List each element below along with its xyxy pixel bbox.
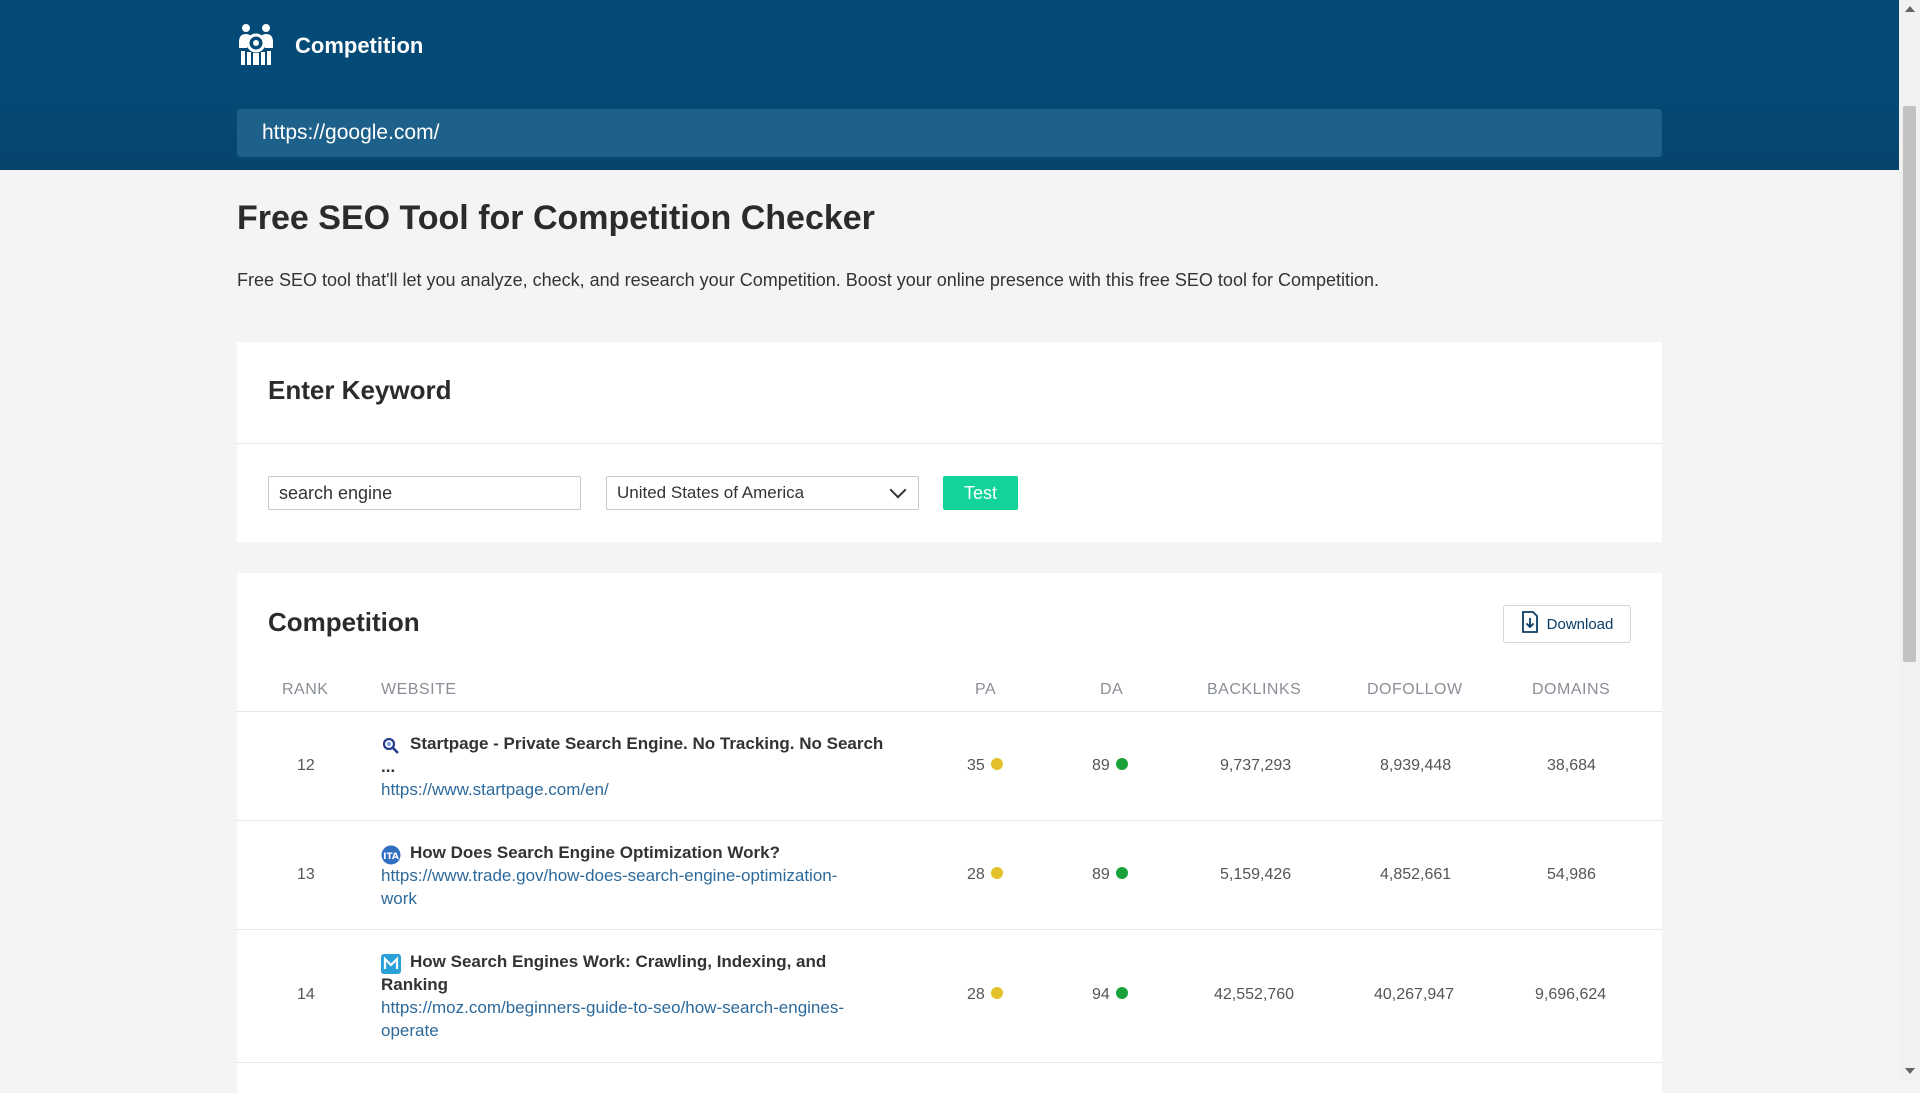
domains-cell: 38,684 bbox=[1547, 757, 1596, 774]
divider bbox=[237, 443, 1662, 444]
competition-card: Competition Download RANK WEBSITE PA DA … bbox=[237, 573, 1662, 1093]
da-cell: 94 bbox=[1092, 986, 1128, 1004]
column-header-rank: RANK bbox=[282, 681, 329, 698]
website-url-link[interactable]: https://www.trade.gov/how-does-search-en… bbox=[381, 864, 921, 887]
da-value: 89 bbox=[1092, 757, 1110, 774]
rank-cell: 14 bbox=[297, 986, 315, 1003]
pa-status-dot bbox=[990, 987, 1003, 1000]
pa-cell: 28 bbox=[967, 866, 1003, 884]
backlinks-cell: 9,737,293 bbox=[1220, 757, 1292, 774]
scroll-up-arrow-icon[interactable] bbox=[1905, 6, 1915, 12]
country-select-value: United States of America bbox=[617, 483, 805, 502]
da-value: 94 bbox=[1092, 986, 1110, 1003]
website-title[interactable]: Startpage - Private Search Engine. No Tr… bbox=[381, 732, 921, 755]
backlinks-cell: 42,552,760 bbox=[1214, 986, 1295, 1003]
pa-value: 28 bbox=[967, 986, 985, 1003]
brand[interactable]: Competition bbox=[237, 22, 423, 70]
da-status-dot bbox=[1115, 758, 1128, 771]
competition-card-title: Competition bbox=[268, 607, 420, 637]
dofollow-cell: 4,852,661 bbox=[1380, 866, 1452, 883]
column-header-pa: PA bbox=[975, 681, 997, 698]
download-file-icon bbox=[1521, 611, 1539, 637]
website-url-link[interactable]: https://www.startpage.com/en/ bbox=[381, 778, 921, 801]
website-title[interactable]: How Search Engines Work: Crawling, Index… bbox=[381, 950, 921, 973]
dofollow-cell: 8,939,448 bbox=[1380, 757, 1452, 774]
svg-text:ITA: ITA bbox=[383, 852, 399, 862]
domains-cell: 9,696,624 bbox=[1535, 986, 1607, 1003]
da-status-dot bbox=[1115, 867, 1128, 880]
competition-logo-icon bbox=[237, 22, 275, 71]
pa-cell: 35 bbox=[967, 757, 1003, 775]
column-header-domains: DOMAINS bbox=[1532, 681, 1611, 698]
da-value: 89 bbox=[1092, 866, 1110, 883]
chevron-down-icon bbox=[889, 481, 907, 499]
website-title[interactable]: How Does Search Engine Optimization Work… bbox=[381, 841, 921, 864]
magnifier-favicon-icon bbox=[381, 736, 401, 756]
url-input[interactable]: https://google.com/ bbox=[237, 109, 1662, 157]
pa-status-dot bbox=[990, 867, 1003, 880]
website-title-continuation[interactable]: Ranking bbox=[381, 973, 921, 996]
moz-favicon-icon bbox=[381, 954, 401, 974]
page-title: Free SEO Tool for Competition Checker bbox=[237, 199, 875, 237]
ita-favicon-icon: ITA bbox=[381, 845, 401, 865]
keyword-card: Enter Keyword search engine United State… bbox=[237, 342, 1662, 542]
website-url-link-continuation[interactable]: work bbox=[381, 887, 921, 910]
website-cell: ITA How Does Search Engine Optimization … bbox=[381, 841, 921, 910]
dofollow-cell: 40,267,947 bbox=[1374, 986, 1455, 1003]
test-button[interactable]: Test bbox=[943, 476, 1018, 510]
download-button[interactable]: Download bbox=[1503, 605, 1631, 643]
keyword-card-title: Enter Keyword bbox=[268, 375, 452, 405]
pa-cell: 28 bbox=[967, 986, 1003, 1004]
da-status-dot bbox=[1115, 987, 1128, 1000]
page-scrollbar[interactable] bbox=[1899, 0, 1920, 1080]
table-row: 14 How Search Engines Work: Crawling, In… bbox=[237, 929, 1662, 1063]
column-header-website: WEBSITE bbox=[381, 681, 457, 698]
scrollbar-thumb[interactable] bbox=[1903, 106, 1916, 662]
website-url-link[interactable]: https://moz.com/beginners-guide-to-seo/h… bbox=[381, 996, 921, 1019]
da-cell: 89 bbox=[1092, 757, 1128, 775]
table-header: RANK WEBSITE PA DA BACKLINKS DOFOLLOW DO… bbox=[237, 681, 1662, 711]
download-label: Download bbox=[1546, 615, 1614, 633]
page-intro: Free SEO tool that'll let you analyze, c… bbox=[237, 270, 1380, 290]
column-header-da: DA bbox=[1100, 681, 1124, 698]
rank-cell: 12 bbox=[297, 757, 315, 774]
column-header-dofollow: DOFOLLOW bbox=[1367, 681, 1463, 698]
keyword-input[interactable]: search engine bbox=[268, 476, 581, 510]
top-header: Competition https://google.com/ bbox=[0, 0, 1899, 170]
country-select[interactable]: United States of America bbox=[606, 476, 919, 510]
website-cell: Startpage - Private Search Engine. No Tr… bbox=[381, 732, 921, 801]
table-row: 13 ITA How Does Search Engine Optimizati… bbox=[237, 820, 1662, 930]
scroll-down-arrow-icon[interactable] bbox=[1905, 1068, 1915, 1074]
backlinks-cell: 5,159,426 bbox=[1220, 866, 1292, 883]
pa-value: 28 bbox=[967, 866, 985, 883]
da-cell: 89 bbox=[1092, 866, 1128, 884]
pa-value: 35 bbox=[967, 757, 985, 774]
pa-status-dot bbox=[990, 758, 1003, 771]
website-url-link-continuation[interactable]: operate bbox=[381, 1019, 921, 1042]
rank-cell: 13 bbox=[297, 866, 315, 883]
domains-cell: 54,986 bbox=[1547, 866, 1596, 883]
brand-title: Competition bbox=[295, 33, 424, 58]
website-cell: How Search Engines Work: Crawling, Index… bbox=[381, 950, 921, 1042]
website-title-continuation[interactable]: ... bbox=[381, 755, 921, 778]
table-row: 12 Startpage - Private Search Engine. No… bbox=[237, 711, 1662, 821]
column-header-backlinks: BACKLINKS bbox=[1207, 681, 1302, 698]
